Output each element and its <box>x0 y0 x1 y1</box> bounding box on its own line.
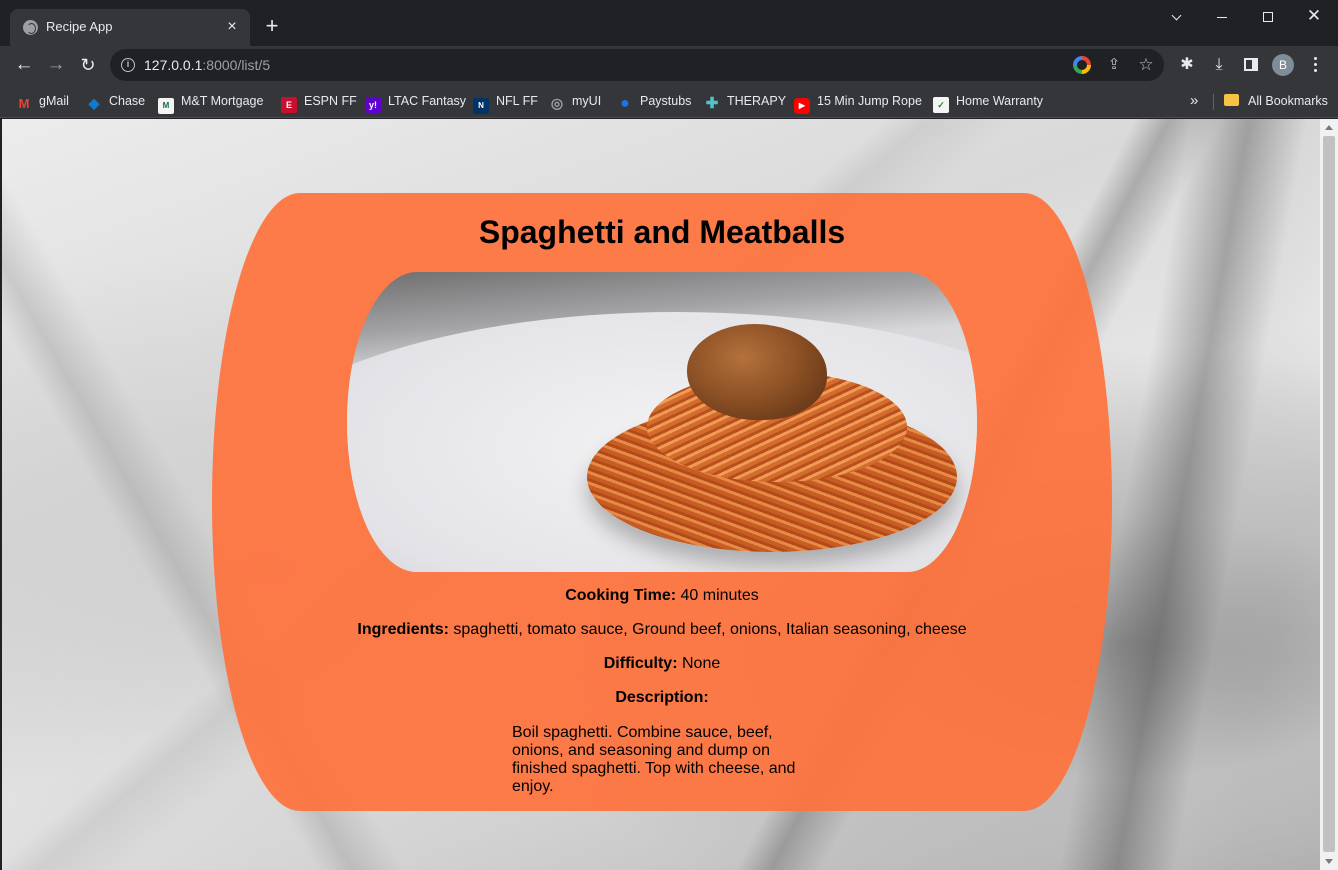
recipe-title: Spaghetti and Meatballs <box>478 214 846 250</box>
recipe-image <box>347 272 977 572</box>
difficulty-label: Difficulty: <box>603 655 678 672</box>
scroll-down-arrow-icon[interactable] <box>1325 859 1333 864</box>
youtube-icon: ▶ <box>794 98 810 114</box>
reload-button[interactable]: ↻ <box>75 52 101 78</box>
url-text[interactable]: 127.0.0.1:8000/list/5 <box>144 57 270 73</box>
recipe-card: Spaghetti and Meatballs Cooking Time: 40… <box>212 193 1112 811</box>
close-window-button[interactable]: ✕ <box>1291 4 1337 28</box>
title-bar: Recipe App × + ✕ <box>0 0 1338 46</box>
difficulty-value: None <box>681 655 721 672</box>
folder-icon <box>1224 94 1239 106</box>
extensions-icon[interactable]: ✱ <box>1176 54 1198 76</box>
google-icon[interactable] <box>1073 56 1091 74</box>
yahoo-icon: y! <box>365 97 381 113</box>
browser-tab[interactable]: Recipe App × <box>10 9 250 46</box>
bookmark-label: ESPN FF <box>304 94 357 108</box>
nfl-icon: N <box>473 98 489 114</box>
espn-icon: E <box>281 97 297 113</box>
bookmark-label: THERAPY <box>727 94 787 108</box>
bookmark-nfl-ff[interactable]: N NFL FF <box>473 92 538 114</box>
new-tab-button[interactable]: + <box>261 15 283 37</box>
globe-icon <box>23 20 38 35</box>
back-button[interactable]: ← <box>11 52 37 78</box>
gmail-icon: M <box>18 96 30 111</box>
all-bookmarks-button[interactable]: All Bookmarks <box>1224 92 1328 110</box>
profile-avatar[interactable]: B <box>1272 54 1294 76</box>
globe-icon: ◎ <box>550 95 564 111</box>
bookmark-paystubs[interactable]: ● Paystubs <box>617 92 692 112</box>
side-panel-icon[interactable] <box>1240 54 1262 76</box>
url-host: 127.0.0.1 <box>144 57 203 73</box>
chase-icon: ◆ <box>88 95 100 111</box>
cooking-time-row: Cooking Time: 40 minutes <box>212 585 1112 619</box>
cooking-time-label: Cooking Time: <box>565 587 677 604</box>
paystubs-icon: ● <box>620 95 630 112</box>
maximize-button[interactable] <box>1245 4 1291 28</box>
therapy-icon: ✚ <box>705 95 719 112</box>
bookmark-label: M&T Mortgage <box>181 94 264 108</box>
ingredients-value: spaghetti, tomato sauce, Ground beef, on… <box>453 621 967 638</box>
menu-icon[interactable] <box>1304 54 1326 76</box>
vertical-scrollbar[interactable] <box>1320 119 1338 870</box>
maximize-icon <box>1263 12 1273 23</box>
description-text: Boil spaghetti. Combine sauce, beef, oni… <box>512 724 796 795</box>
share-icon[interactable]: ⇪ <box>1105 56 1123 74</box>
difficulty-row: Difficulty: None <box>212 653 1112 687</box>
url-path: :8000/list/5 <box>202 57 271 73</box>
forward-button[interactable]: → <box>43 52 69 78</box>
address-bar[interactable]: i 127.0.0.1:8000/list/5 ⇪ ☆ <box>110 49 1164 81</box>
info-icon[interactable]: i <box>121 58 135 72</box>
bookmark-mt-mortgage[interactable]: M M&T Mortgage <box>158 92 264 114</box>
minimize-icon <box>1217 16 1227 18</box>
bookmark-gmail[interactable]: MgMail <box>16 92 69 111</box>
bookmark-jump-rope[interactable]: ▶ 15 Min Jump Rope <box>794 92 922 114</box>
bookmark-chase[interactable]: ◆ Chase <box>86 92 146 111</box>
page-viewport: Spaghetti and Meatballs Cooking Time: 40… <box>2 119 1320 870</box>
bookmark-label: 15 Min Jump Rope <box>817 94 922 108</box>
all-bookmarks-label: All Bookmarks <box>1248 94 1328 108</box>
meatball-shape <box>687 324 827 420</box>
tab-search-button[interactable] <box>1153 4 1199 28</box>
bookmark-therapy[interactable]: ✚ THERAPY <box>704 92 787 112</box>
bookmark-label: LTAC Fantasy <box>388 94 467 108</box>
bookmark-ltac-fantasy[interactable]: y! LTAC Fantasy <box>365 92 467 113</box>
bookmark-label: Home Warranty <box>956 94 1044 108</box>
bookmark-star-icon[interactable]: ☆ <box>1137 56 1155 74</box>
bookmark-label: Paystubs <box>640 94 692 108</box>
ingredients-label: Ingredients: <box>357 621 449 638</box>
bookmark-label: Chase <box>109 94 146 108</box>
tab-close-icon[interactable]: × <box>222 17 242 37</box>
warranty-icon: ✓ <box>933 97 949 113</box>
description-label: Description: <box>615 689 709 706</box>
bookmark-espn-ff[interactable]: E ESPN FF <box>281 92 357 113</box>
bookmark-label: myUI <box>572 94 602 108</box>
scroll-up-arrow-icon[interactable] <box>1325 125 1333 130</box>
bookmark-home-warranty[interactable]: ✓ Home Warranty <box>933 92 1044 113</box>
description-row: Description: <box>212 687 1112 721</box>
browser-toolbar: ← → ↻ i 127.0.0.1:8000/list/5 ⇪ ☆ ✱ ⤓ B <box>0 46 1338 84</box>
ingredients-row: Ingredients: spaghetti, tomato sauce, Gr… <box>212 619 1112 653</box>
more-bookmarks-button[interactable]: » <box>1190 92 1198 110</box>
bookmark-label: NFL FF <box>496 94 538 108</box>
recipe-details: Cooking Time: 40 minutes Ingredients: sp… <box>212 585 1112 721</box>
bookmarks-divider <box>1213 94 1214 110</box>
download-icon[interactable]: ⤓ <box>1208 54 1230 76</box>
scroll-thumb[interactable] <box>1323 136 1335 852</box>
mt-icon: M <box>158 98 174 114</box>
cooking-time-value: 40 minutes <box>680 587 759 604</box>
bookmarks-bar: MgMail ◆ Chase M M&T Mortgage E ESPN FF y! L… <box>0 84 1338 118</box>
bookmark-myui[interactable]: ◎ myUI <box>549 92 602 111</box>
minimize-button[interactable] <box>1199 4 1245 28</box>
chevron-down-icon <box>1171 10 1181 21</box>
tab-title: Recipe App <box>46 19 113 34</box>
bookmark-label: gMail <box>39 94 69 108</box>
